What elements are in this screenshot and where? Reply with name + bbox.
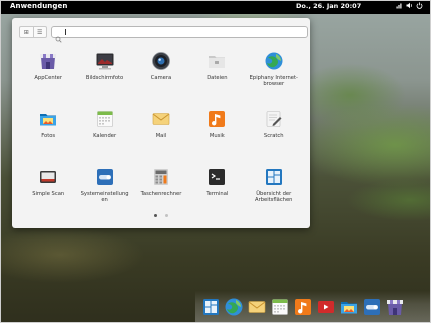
calendar-icon (95, 109, 115, 129)
app-label: Systemeinstellung en (80, 191, 129, 204)
app-label: Musik (209, 133, 225, 139)
list-view-icon[interactable]: ☰ (32, 27, 47, 37)
calendar-icon[interactable] (270, 297, 290, 317)
app-launcher-item[interactable]: Bildschirmfoto (76, 46, 132, 104)
top-panel: Anwendungen Do., 26. Jan 20:07 (0, 0, 431, 14)
page-dot[interactable] (154, 214, 157, 217)
applications-menu-button[interactable]: Anwendungen (10, 2, 67, 10)
music-icon (207, 109, 227, 129)
app-launcher-item[interactable]: Übersicht der Arbeitsflächen (246, 162, 302, 220)
app-label: Kalender (93, 133, 117, 139)
app-grid: AppCenter Bildschirmfoto Camera Dateien Epip… (20, 46, 302, 220)
app-label: Übersicht der Arbeitsflächen (255, 191, 293, 204)
app-label: Fotos (41, 133, 56, 139)
mail-icon (151, 109, 171, 129)
clock[interactable]: Do., 26. Jan 20:07 (296, 2, 361, 10)
app-launcher-item[interactable]: Mail (133, 104, 189, 162)
app-launcher-item[interactable]: Fotos (20, 104, 76, 162)
app-launcher-item[interactable]: Camera (133, 46, 189, 104)
mail-icon[interactable] (247, 297, 267, 317)
scratch-editor-icon (264, 109, 284, 129)
text-caret (65, 29, 66, 35)
dock (195, 291, 431, 323)
page-indicator (12, 214, 310, 217)
volume-icon[interactable] (406, 2, 413, 9)
power-icon[interactable] (416, 2, 423, 9)
app-launcher-item[interactable]: Terminal (189, 162, 245, 220)
app-launcher-item[interactable]: AppCenter (20, 46, 76, 104)
photos-icon[interactable] (339, 297, 359, 317)
workspaces-overview-icon[interactable] (201, 297, 221, 317)
app-launcher-item[interactable]: Taschenrechner (133, 162, 189, 220)
app-label: Camera (150, 75, 172, 81)
music-icon[interactable] (293, 297, 313, 317)
view-mode-switcher[interactable]: ⊞ ☰ (19, 26, 47, 38)
app-launcher-item[interactable]: Epiphany Internet- browser (246, 46, 302, 104)
app-label: Mail (155, 133, 167, 139)
app-label: Simple Scan (32, 191, 65, 197)
epiphany-browser-icon (264, 51, 284, 71)
system-tray (396, 2, 423, 9)
network-icon[interactable] (396, 2, 403, 9)
grid-view-icon[interactable]: ⊞ (20, 27, 33, 37)
app-label: Terminal (206, 191, 229, 197)
screenshot-icon (95, 51, 115, 71)
desktop: Anwendungen Do., 26. Jan 20:07 ⊞ ☰ AppCe… (0, 0, 431, 323)
app-launcher-item[interactable]: Dateien (189, 46, 245, 104)
epiphany-browser-icon[interactable] (224, 297, 244, 317)
system-settings-icon (95, 167, 115, 187)
appcenter-icon (38, 51, 58, 71)
terminal-icon (207, 167, 227, 187)
applications-launcher: ⊞ ☰ AppCenter Bildschirmfoto Camera Dateien… (12, 18, 310, 228)
app-launcher-item[interactable]: Systemeinstellung en (76, 162, 132, 220)
app-label: Bildschirmfoto (85, 75, 124, 81)
app-launcher-item[interactable]: Kalender (76, 104, 132, 162)
system-settings-icon[interactable] (362, 297, 382, 317)
workspaces-overview-icon (264, 167, 284, 187)
appcenter-icon[interactable] (385, 297, 405, 317)
app-label: Taschenrechner (140, 191, 182, 197)
app-launcher-item[interactable]: Simple Scan (20, 162, 76, 220)
search-input[interactable] (65, 27, 300, 37)
app-label: Dateien (207, 75, 228, 81)
page-dot[interactable] (165, 214, 168, 217)
search-field[interactable] (51, 26, 308, 43)
calculator-icon (151, 167, 171, 187)
app-label: AppCenter (34, 75, 62, 81)
videos-icon[interactable] (316, 297, 336, 317)
app-label: Scratch (263, 133, 284, 139)
search-icon (55, 28, 62, 47)
app-launcher-item[interactable]: Musik (189, 104, 245, 162)
camera-icon (151, 51, 171, 71)
scanner-icon (38, 167, 58, 187)
photos-icon (38, 109, 58, 129)
files-icon (207, 51, 227, 71)
app-label: Epiphany Internet- browser (249, 75, 298, 88)
app-launcher-item[interactable]: Scratch (246, 104, 302, 162)
